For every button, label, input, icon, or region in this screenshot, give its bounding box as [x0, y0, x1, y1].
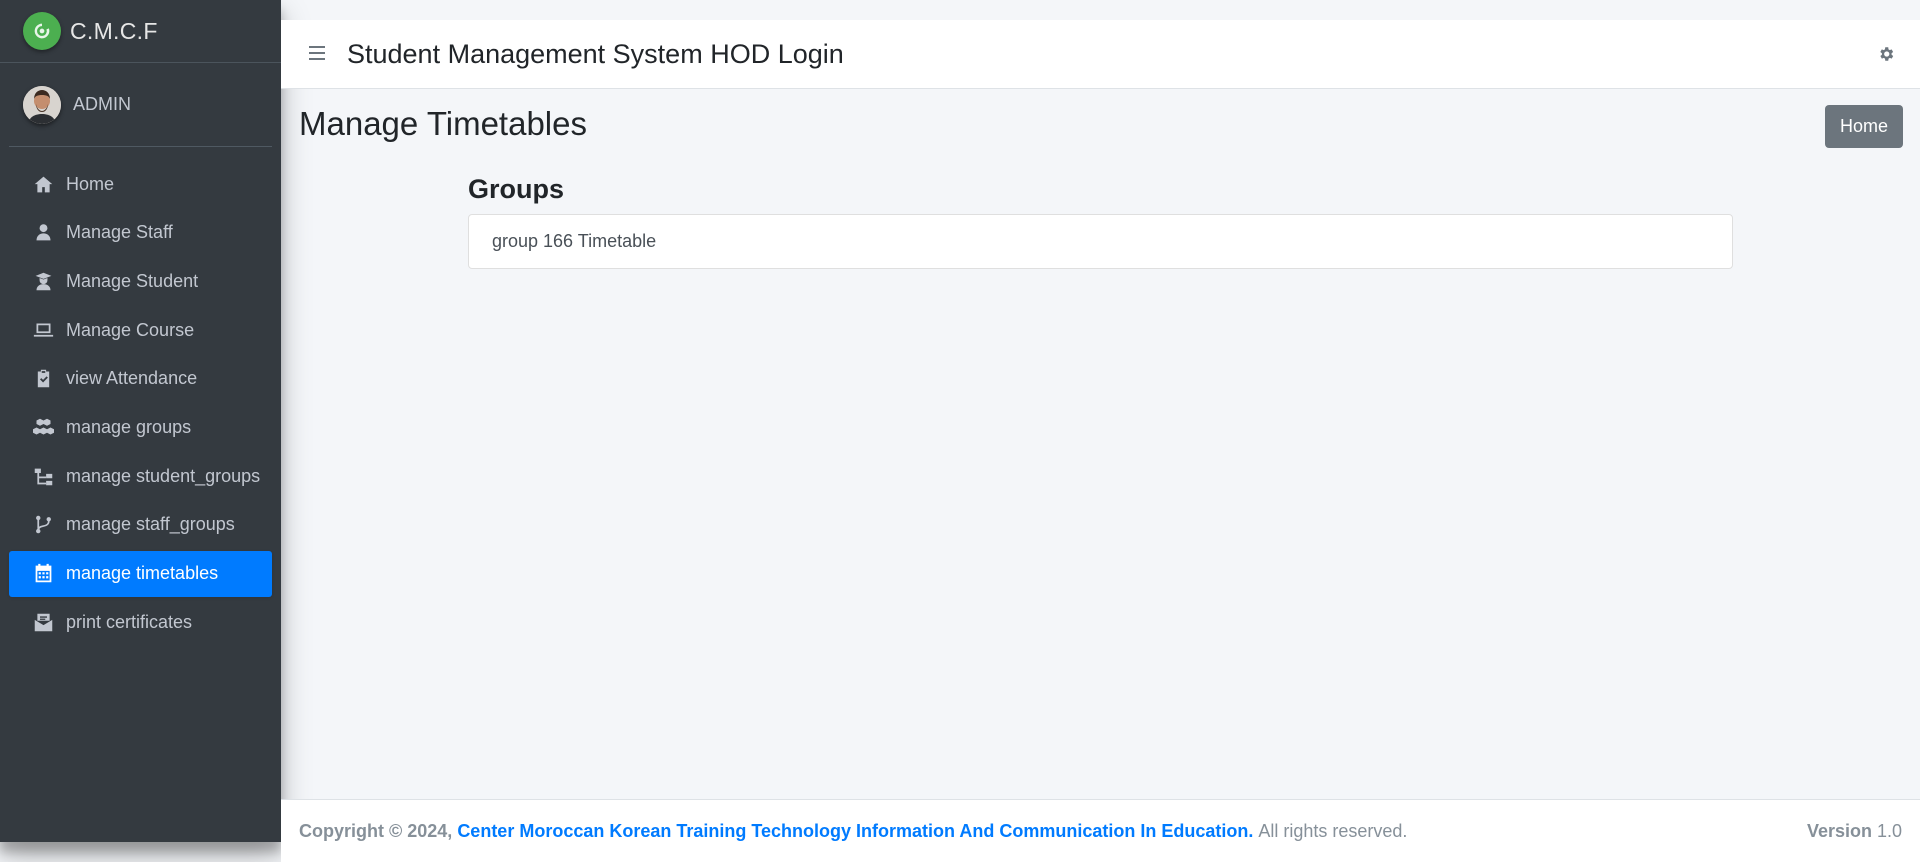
page-title: Manage Timetables [299, 105, 587, 142]
brand-name: C.M.C.F [70, 17, 158, 44]
sidebar-item-view-attendance[interactable]: view Attendance [9, 356, 272, 402]
footer-org-link[interactable]: Center Moroccan Korean Training Technolo… [457, 821, 1253, 842]
hamburger-menu-icon[interactable] [309, 43, 325, 66]
sidebar-item-label: manage timetables [66, 563, 219, 583]
sidebar-item-home[interactable]: Home [9, 161, 272, 207]
brand-logo-icon [23, 12, 61, 50]
version-value: 1.0 [1876, 820, 1902, 841]
laptop-icon [32, 319, 54, 341]
cubes-icon [32, 416, 54, 438]
section-title: Groups [468, 174, 565, 204]
sidebar-item-label: manage student_groups [66, 465, 261, 486]
user-tie-icon [32, 222, 54, 244]
user-graduate-icon [32, 270, 54, 292]
brand-link[interactable]: C.M.C.F [0, 0, 281, 63]
clipboard-check-icon [32, 368, 54, 390]
sidebar-nav: Home Manage Staff Manage Student Manage … [0, 147, 281, 645]
top-navbar: Student Management System HOD Login [281, 20, 1920, 89]
sidebar-item-manage-staff-groups[interactable]: manage staff_groups [9, 502, 272, 548]
footer-version: Version 1.0 [1807, 821, 1902, 842]
sidebar-item-print-certificates[interactable]: print certificates [9, 599, 272, 645]
code-branch-icon [32, 514, 54, 536]
sidebar-item-manage-student-groups[interactable]: manage student_groups [9, 453, 272, 499]
footer-rights: All rights reserved. [1258, 820, 1408, 841]
sidebar-item-label: manage groups [66, 416, 192, 437]
calendar-icon [32, 563, 54, 585]
sidebar-item-label: Home [66, 173, 115, 194]
user-panel[interactable]: ADMIN [9, 63, 272, 147]
avatar [23, 85, 61, 124]
sidebar-item-manage-student[interactable]: Manage Student [9, 258, 272, 304]
gear-icon[interactable] [1877, 45, 1895, 63]
list-item[interactable]: group 166 Timetable [468, 214, 1733, 269]
app-title: Student Management System HOD Login [347, 38, 844, 69]
sidebar-item-label: print certificates [66, 611, 193, 632]
home-button[interactable]: Home [1825, 105, 1903, 148]
sidebar-item-manage-course[interactable]: Manage Course [9, 307, 272, 353]
sidebar-item-label: manage staff_groups [66, 514, 235, 535]
sidebar-item-label: Manage Staff [66, 222, 173, 243]
footer-copyright: Copyright © 2024, [299, 820, 453, 841]
groups-section: Groups group 166 Timetable [468, 174, 1733, 269]
sidebar-item-label: Manage Student [66, 270, 199, 291]
sidebar-item-manage-timetables[interactable]: manage timetables [9, 550, 272, 597]
version-label: Version [1806, 820, 1872, 841]
footer: Copyright © 2024, Center Moroccan Korean… [281, 799, 1920, 862]
sidebar-item-manage-staff[interactable]: Manage Staff [9, 210, 272, 256]
home-icon [32, 173, 54, 195]
list-item-label: group 166 Timetable [492, 231, 657, 251]
user-name: ADMIN [73, 94, 131, 114]
certificate-envelope-icon [32, 611, 54, 633]
sidebar-item-label: view Attendance [66, 368, 198, 389]
sidebar-item-manage-groups[interactable]: manage groups [9, 404, 272, 450]
sitemap-icon [32, 465, 54, 487]
sidebar-item-label: Manage Course [66, 319, 195, 340]
sidebar: C.M.C.F ADMIN Home Manage Staff Manage S… [0, 0, 281, 842]
